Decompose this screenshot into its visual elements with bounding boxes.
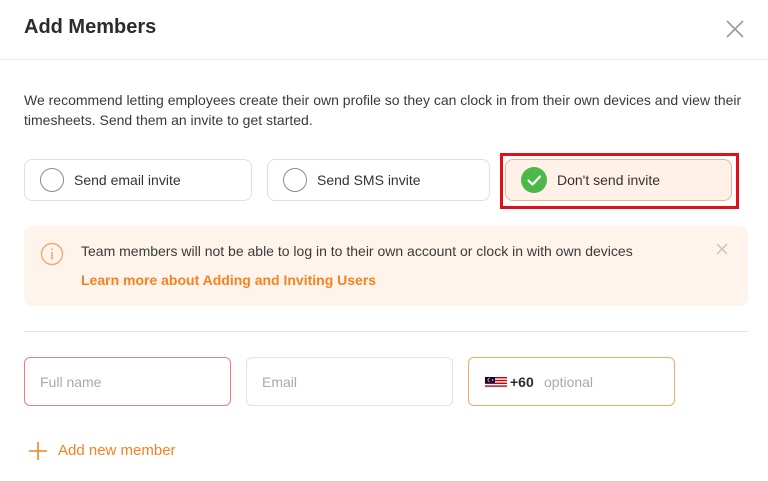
alert-message: Team members will not be able to log in … — [81, 243, 633, 259]
plus-icon — [29, 442, 47, 460]
phone-input[interactable] — [544, 358, 674, 405]
dialog-description: We recommend letting employees create th… — [24, 92, 742, 128]
radio-unchecked-icon — [283, 168, 307, 192]
radio-unchecked-icon — [40, 168, 64, 192]
divider — [24, 331, 748, 332]
add-new-member-label: Add new member — [58, 442, 176, 459]
send-email-invite-option[interactable]: Send email invite — [24, 159, 252, 201]
full-name-field[interactable] — [24, 357, 231, 406]
close-icon[interactable] — [714, 241, 730, 257]
dialog-title: Add Members — [24, 16, 157, 38]
option-label: Don't send invite — [557, 172, 661, 188]
email-input[interactable] — [247, 358, 452, 405]
info-icon — [40, 242, 64, 266]
option-label: Send SMS invite — [317, 172, 421, 188]
close-icon[interactable] — [722, 16, 748, 42]
full-name-input[interactable] — [25, 358, 230, 405]
dialog-header: Add Members — [0, 0, 768, 60]
phone-field[interactable]: +60 — [468, 357, 675, 406]
option-label: Send email invite — [74, 172, 181, 188]
send-sms-invite-option[interactable]: Send SMS invite — [267, 159, 490, 201]
malaysia-flag-icon[interactable] — [485, 377, 507, 388]
country-code[interactable]: +60 — [510, 374, 534, 390]
email-field[interactable] — [246, 357, 453, 406]
checkmark-circle-icon — [521, 167, 547, 193]
learn-more-link[interactable]: Learn more about Adding and Inviting Use… — [81, 272, 376, 288]
info-alert: Team members will not be able to log in … — [24, 226, 748, 306]
dont-send-invite-option[interactable]: Don't send invite — [505, 159, 732, 201]
